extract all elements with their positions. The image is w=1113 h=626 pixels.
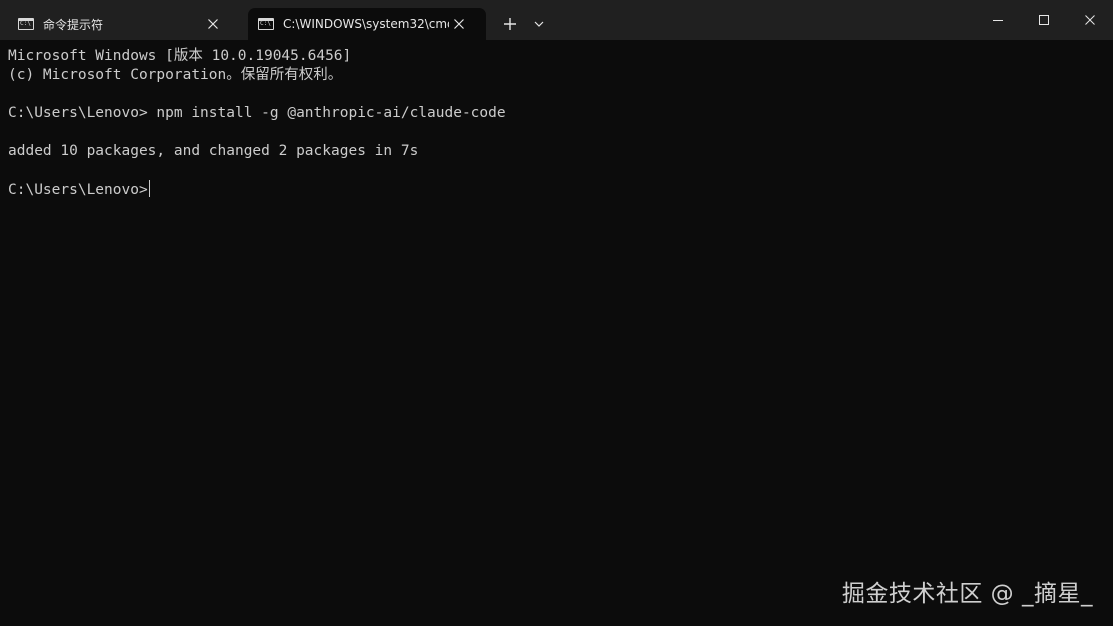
- terminal-window: C:\ 命令提示符 C:\ C:\WINDOWS\system32\cmd.ex…: [0, 0, 1113, 626]
- plus-icon: [504, 18, 516, 30]
- cmd-icon-glyph: C:\: [260, 20, 271, 27]
- tab-label: 命令提示符: [43, 17, 104, 32]
- new-tab-button[interactable]: [498, 10, 522, 38]
- terminal-line: Microsoft Windows [版本 10.0.19045.6456]: [8, 48, 352, 64]
- terminal-line: (c) Microsoft Corporation。保留所有权利。: [8, 67, 343, 83]
- minimize-icon: [993, 20, 1003, 21]
- terminal-output[interactable]: Microsoft Windows [版本 10.0.19045.6456] (…: [0, 40, 1113, 626]
- tab-cmd-exe[interactable]: C:\ C:\WINDOWS\system32\cmd.exe: [248, 8, 486, 40]
- prompt-text: C:\Users\Lenovo>: [8, 182, 148, 198]
- close-window-button[interactable]: [1067, 0, 1113, 40]
- tab-command-prompt[interactable]: C:\ 命令提示符: [8, 8, 244, 40]
- tab-label: C:\WINDOWS\system32\cmd.exe: [283, 17, 449, 31]
- close-icon: [1085, 15, 1095, 25]
- terminal-line: C:\Users\Lenovo> npm install -g @anthrop…: [8, 105, 506, 121]
- terminal-line: added 10 packages, and changed 2 package…: [8, 143, 419, 159]
- maximize-button[interactable]: [1021, 0, 1067, 40]
- maximize-icon: [1039, 15, 1049, 25]
- prompt-line: C:\Users\Lenovo>: [8, 180, 1113, 199]
- chevron-down-icon: [534, 21, 544, 27]
- text-cursor: [148, 180, 151, 197]
- minimize-button[interactable]: [975, 0, 1021, 40]
- cmd-icon-glyph: C:\: [20, 20, 31, 27]
- tab-dropdown-button[interactable]: [528, 10, 550, 38]
- close-icon[interactable]: [449, 14, 469, 34]
- title-bar[interactable]: C:\ 命令提示符 C:\ C:\WINDOWS\system32\cmd.ex…: [0, 0, 1113, 40]
- cmd-icon: C:\: [18, 18, 34, 30]
- close-icon[interactable]: [203, 14, 223, 34]
- watermark: 掘金技术社区 @ _摘星_: [841, 581, 1093, 607]
- cmd-icon: C:\: [258, 18, 274, 30]
